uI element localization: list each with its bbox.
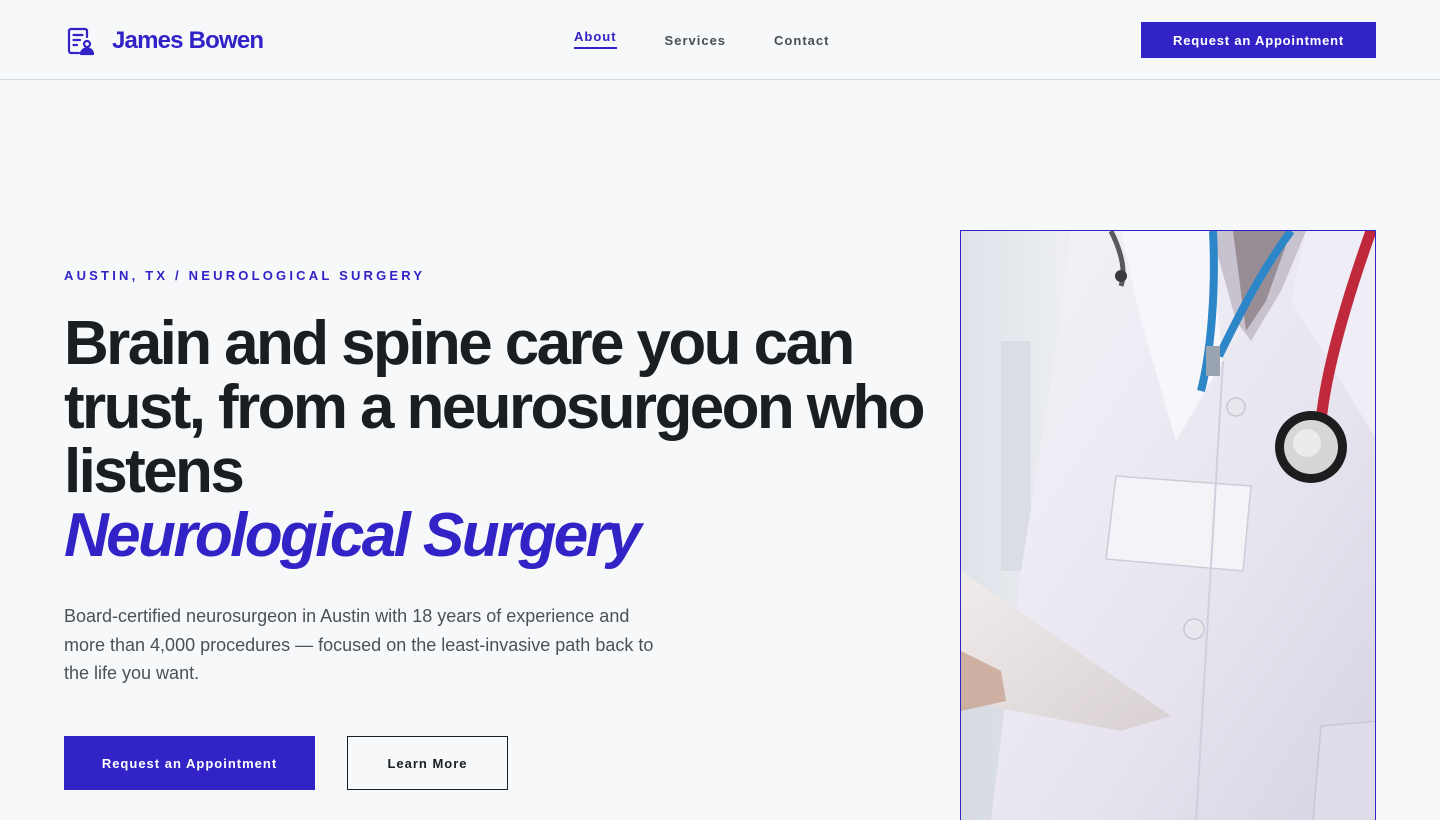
main-nav: About Services Contact: [574, 28, 829, 54]
header-appointment-button[interactable]: Request an Appointment: [1141, 22, 1376, 58]
brand-name: James Bowen: [112, 27, 264, 54]
site-header: James Bowen About Services Contact Reque…: [0, 0, 1440, 80]
nav-link-contact[interactable]: Contact: [774, 28, 829, 48]
learn-more-button[interactable]: Learn More: [347, 736, 508, 790]
nav-link-services[interactable]: Services: [665, 28, 727, 48]
brand-logo-link[interactable]: James Bowen: [66, 26, 264, 56]
hero-eyebrow: AUSTIN, TX / NEUROLOGICAL SURGERY: [64, 268, 426, 283]
hero-headline-accent: Neurological Surgery: [64, 501, 642, 570]
hero-headline-text: Brain and spine care you can trust, from…: [64, 309, 926, 506]
doctor-photo: [960, 230, 1376, 820]
hero-headline: Brain and spine care you can trust, from…: [64, 309, 926, 570]
hero-lead: Board-certified neurosurgeon in Austin w…: [64, 606, 654, 683]
medical-record-icon: [66, 26, 96, 56]
hero-appointment-button[interactable]: Request an Appointment: [64, 736, 315, 790]
nav-link-about[interactable]: About: [574, 28, 617, 49]
